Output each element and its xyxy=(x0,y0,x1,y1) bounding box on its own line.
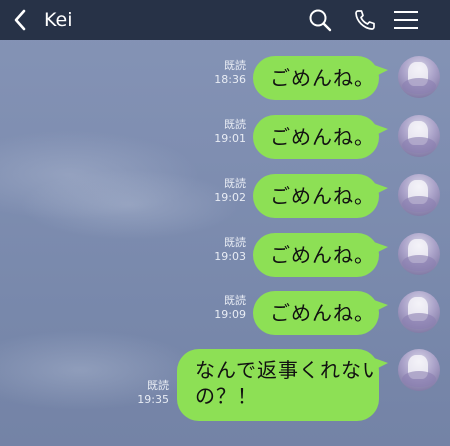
avatar[interactable] xyxy=(398,115,440,157)
search-icon xyxy=(309,9,332,32)
bubble-tail xyxy=(374,183,388,195)
message-bubble[interactable]: ごめんね。 xyxy=(253,115,388,159)
avatar-figure xyxy=(402,313,436,329)
avatar[interactable] xyxy=(398,56,440,98)
message-row: 既読 19:03 ごめんね。 xyxy=(0,233,450,281)
read-receipt: 既読 xyxy=(224,294,246,307)
bubble-tail xyxy=(374,242,388,254)
avatar[interactable] xyxy=(398,349,440,391)
chat-header: Kei xyxy=(0,0,450,40)
message-text: ごめんね。 xyxy=(270,125,375,149)
read-receipt: 既読 xyxy=(224,177,246,190)
message-bubble[interactable]: ごめんね。 xyxy=(253,174,388,218)
avatar-figure xyxy=(402,196,436,212)
message-row: 既読 19:01 ごめんね。 xyxy=(0,115,450,163)
message-bubble[interactable]: なんで返事くれないの の？！ xyxy=(177,349,388,421)
bubble-tail xyxy=(374,300,388,312)
message-time: 19:01 xyxy=(214,132,246,145)
message-meta: 既読 19:09 xyxy=(214,294,246,322)
chat-screen: Kei 既読 18:36 ごめんね。 既読 19:01 ごめんね。 既読 19:… xyxy=(0,0,450,446)
message-time: 19:03 xyxy=(214,250,246,263)
message-meta: 既読 18:36 xyxy=(214,59,246,87)
message-text-line: の？！ xyxy=(195,384,258,408)
message-text: ごめんね。 xyxy=(270,66,375,90)
message-time: 19:02 xyxy=(214,191,246,204)
avatar[interactable] xyxy=(398,233,440,275)
menu-button[interactable] xyxy=(390,4,422,36)
message-time: 19:35 xyxy=(137,393,169,406)
read-receipt: 既読 xyxy=(224,236,246,249)
search-button[interactable] xyxy=(304,4,336,36)
message-bubble[interactable]: ごめんね。 xyxy=(253,291,388,335)
read-receipt: 既読 xyxy=(224,118,246,131)
message-row: 既読 19:09 ごめんね。 xyxy=(0,291,450,339)
message-text: ごめんね。 xyxy=(270,243,375,267)
message-meta: 既読 19:01 xyxy=(214,118,246,146)
phone-icon xyxy=(355,10,375,30)
read-receipt: 既読 xyxy=(224,59,246,72)
message-time: 19:09 xyxy=(214,308,246,321)
message-text-line: なんで返事くれないの xyxy=(195,358,375,382)
message-row: 既読 18:36 ごめんね。 xyxy=(0,56,450,104)
read-receipt: 既読 xyxy=(147,379,169,392)
call-button[interactable] xyxy=(349,4,381,36)
message-bubble[interactable]: ごめんね。 xyxy=(253,233,388,277)
message-text: ごめんね。 xyxy=(270,301,375,325)
bubble-tail xyxy=(374,65,388,77)
chat-title: Kei xyxy=(44,9,73,31)
bubble-tail xyxy=(374,124,388,136)
message-time: 18:36 xyxy=(214,73,246,86)
avatar[interactable] xyxy=(398,291,440,333)
avatar-figure xyxy=(402,78,436,94)
message-row: 既読 19:02 ごめんね。 xyxy=(0,174,450,222)
avatar[interactable] xyxy=(398,174,440,216)
bubble-tail xyxy=(374,358,388,370)
message-row: 既読 19:35 なんで返事くれないの の？！ xyxy=(0,349,450,423)
message-meta: 既読 19:03 xyxy=(214,236,246,264)
message-meta: 既読 19:02 xyxy=(214,177,246,205)
menu-icon xyxy=(394,11,418,29)
message-text: ごめんね。 xyxy=(270,184,375,208)
message-bubble[interactable]: ごめんね。 xyxy=(253,56,388,100)
avatar-figure xyxy=(402,371,436,387)
chevron-left-icon xyxy=(14,9,26,31)
message-meta: 既読 19:35 xyxy=(137,379,169,407)
avatar-figure xyxy=(402,137,436,153)
back-button[interactable] xyxy=(8,6,32,34)
avatar-figure xyxy=(402,255,436,271)
